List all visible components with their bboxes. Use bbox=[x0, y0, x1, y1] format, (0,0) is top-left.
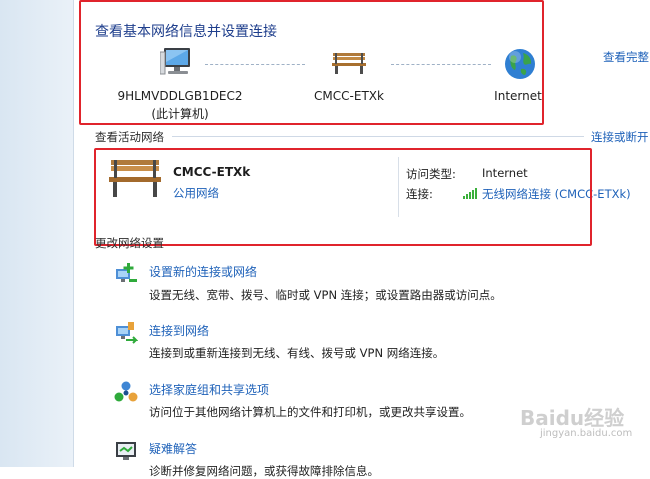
task-troubleshoot-desc: 诊断并修复网络问题，或获得故障排除信息。 bbox=[149, 464, 379, 478]
highlight-box-active-network bbox=[94, 148, 592, 246]
baidu-watermark-url: jingyan.baidu.com bbox=[540, 428, 633, 439]
active-networks-rule bbox=[172, 136, 584, 137]
task-homegroup-desc: 访问位于其他网络计算机上的文件和打印机，或更改共享设置。 bbox=[149, 405, 471, 419]
active-networks-heading: 查看活动网络 bbox=[95, 130, 164, 144]
connect-network-icon bbox=[116, 322, 138, 344]
task-new-connection-desc: 设置无线、宽带、拨号、临时或 VPN 连接；或设置路由器或访问点。 bbox=[149, 288, 502, 302]
highlight-box-map bbox=[79, 0, 544, 125]
homegroup-icon bbox=[114, 381, 138, 402]
troubleshoot-icon bbox=[116, 442, 136, 460]
task-new-connection-link[interactable]: 设置新的连接或网络 bbox=[149, 263, 257, 280]
task-connect-network-desc: 连接到或重新连接到无线、有线、拨号或 VPN 网络连接。 bbox=[149, 346, 445, 360]
left-navigation-pane bbox=[0, 0, 74, 467]
task-homegroup-link[interactable]: 选择家庭组和共享选项 bbox=[149, 381, 269, 398]
connect-or-disconnect-link[interactable]: 连接或断开 bbox=[591, 129, 649, 145]
change-settings-heading: 更改网络设置 bbox=[95, 236, 164, 250]
baidu-watermark: Baidu经验 bbox=[520, 406, 625, 430]
new-connection-icon bbox=[116, 263, 137, 282]
view-full-map-link[interactable]: 查看完整 bbox=[603, 49, 649, 65]
task-connect-network-link[interactable]: 连接到网络 bbox=[149, 322, 209, 339]
task-troubleshoot-link[interactable]: 疑难解答 bbox=[149, 440, 197, 457]
